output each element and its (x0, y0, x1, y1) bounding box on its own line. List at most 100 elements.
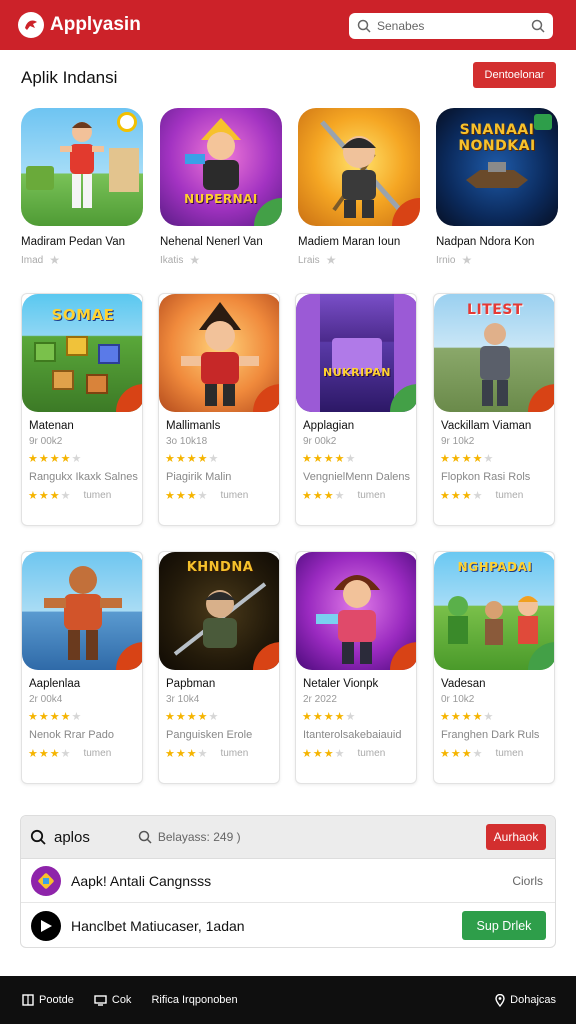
app-card[interactable]: Mallimanls 3o 10k18 ★★★★★ Piagirik Malin… (158, 293, 280, 526)
play-store-icon (31, 910, 61, 941)
list-item[interactable]: Hanclbet Matiucaser, 1adan Sup Drlek (21, 903, 555, 947)
app-badge (116, 384, 142, 412)
star-rating-small: ★★★★ (440, 748, 484, 760)
star-icon: ★ (325, 253, 337, 267)
nav-item-label: Rifica Irqponoben (151, 994, 238, 1006)
app-thumbnail: SNANAAI NONDKAI (436, 108, 558, 226)
character-icon (44, 566, 122, 660)
app-sub: Irnio (436, 254, 456, 266)
app-year: 9r 00k2 (29, 436, 63, 447)
character-icon (320, 120, 402, 218)
featured-app[interactable]: SNANAAI NONDKAI Nadpan Ndora Kon Irnio ★ (436, 108, 558, 267)
panel-action-button[interactable]: Aurhaok (486, 824, 546, 850)
nav-item-label: Pootde (39, 994, 74, 1006)
app-desc: VengnielMenn Dalens (303, 471, 411, 483)
app-label: tumen (495, 748, 524, 759)
app-thumbnail: LITEST (434, 294, 554, 412)
list-item-meta: Ciorls (512, 873, 543, 888)
app-thumbnail (298, 108, 420, 226)
app-year: 2r 2022 (303, 694, 337, 705)
brand[interactable]: Applyasin (18, 12, 141, 38)
character-icon (480, 323, 510, 406)
star-rating-small: ★★★★ (165, 490, 209, 502)
app-name: Madiem Maran Ioun (298, 236, 401, 248)
section-cta-button[interactable]: Dentoelonar (473, 62, 556, 88)
nav-item-link[interactable]: Rifica Irqponoben (151, 994, 237, 1006)
panel-search-text: Belayass: 249 ) (157, 830, 241, 844)
app-year: 0r 10k2 (441, 694, 475, 705)
star-rating-small: ★★★★ (28, 490, 72, 502)
app-label: tumen (495, 490, 524, 501)
featured-app[interactable]: Madiem Maran Ioun Lrais ★ (298, 108, 420, 267)
app-name: Madiram Pedan Van (21, 236, 125, 248)
app-sub: Lrais (298, 254, 320, 266)
app-label: tumen (220, 748, 249, 759)
app-year: 9r 00k2 (303, 436, 337, 447)
nav-item-home[interactable]: Pootde (22, 994, 74, 1006)
app-desc: Franghen Dark Ruls (441, 729, 540, 741)
star-rating: ★★★★★ (440, 711, 495, 723)
featured-app[interactable]: Madiram Pedan Van Imad ★ (21, 108, 143, 267)
star-rating: ★★★★★ (165, 453, 220, 465)
app-thumbnail (296, 552, 416, 670)
app-card[interactable]: NGHPADAI Vadesan 0r 10k2 ★★★★★ Franghen … (433, 551, 555, 784)
star-rating: ★★★★★ (165, 711, 220, 723)
app-year: 3o 10k18 (166, 436, 208, 447)
featured-app[interactable]: NUPERNAI Nehenal Nenerl Van Ikatis ★ (160, 108, 282, 267)
app-thumbnail: NGHPADAI (434, 552, 554, 670)
app-thumbnail: SOMAE (22, 294, 142, 412)
character-icon (60, 122, 104, 208)
app-desc: Rangukx Ikaxk Salnes (29, 471, 138, 483)
vehicle-icon (466, 162, 528, 188)
characters-icon (448, 596, 538, 645)
search-submit-icon[interactable] (531, 19, 545, 33)
app-thumbnail: KHNDNA (159, 552, 279, 670)
app-thumbnail: NUPERNAI (160, 108, 282, 226)
app-name: Matenan (29, 420, 74, 432)
screen-icon (94, 994, 107, 1006)
app-card[interactable]: NUKRIPAN Applagian 9r 00k2 ★★★★★ Vengnie… (295, 293, 417, 526)
nav-item-label: Cok (111, 994, 132, 1006)
app-sub: Ikatis (160, 254, 184, 266)
app-card[interactable]: LITEST Vackillam Viaman 9r 10k2 ★★★★★ Fl… (433, 293, 555, 526)
star-rating-small: ★★★★ (302, 490, 346, 502)
character-icon (316, 575, 380, 664)
app-name: Nehenal Nenerl Van (160, 236, 263, 248)
list-item[interactable]: Aapk! Antali Cangnsss Ciorls (21, 859, 555, 903)
app-art-title: KHNDNA (186, 560, 254, 575)
search-icon (30, 829, 46, 845)
app-desc: Piagirik Malin (166, 471, 232, 483)
brand-logo-icon (18, 12, 44, 38)
list-item-title: Hanclbet Matiucaser, 1adan (71, 917, 245, 934)
star-icon: ★ (461, 253, 473, 267)
nav-item-location[interactable]: Dohajcas (495, 993, 556, 1007)
app-label: tumen (357, 748, 386, 759)
character-icon (185, 118, 241, 190)
app-art-title: NGHPADAI (457, 560, 533, 574)
app-name: Aaplenlaa (29, 678, 81, 690)
app-card[interactable]: Aaplenlaa 2r 00k4 ★★★★★ Nenok Rrar Pado … (21, 551, 143, 784)
app-card[interactable]: SOMAE Matenan 9r 00k2 ★★★★★ Rangukx Ikax… (21, 293, 143, 526)
app-desc: Itanterolsakebaiauid (303, 729, 402, 741)
app-year: 2r 00k4 (29, 694, 63, 705)
app-card[interactable]: Netaler Vionpk 2r 2022 ★★★★★ Itanterolsa… (295, 551, 417, 784)
app-name: Applagian (303, 420, 355, 432)
nav-item-ok[interactable]: Cok (94, 994, 132, 1006)
app-name: Vackillam Viaman (441, 420, 532, 432)
list-item-button[interactable]: Sup Drlek (462, 911, 546, 940)
search-input[interactable]: Senabes (349, 13, 553, 39)
app-art-title: NUKRIPAN (323, 366, 391, 379)
app-name: Papbman (166, 678, 216, 690)
star-rating-small: ★★★★ (165, 748, 209, 760)
app-name: Netaler Vionpk (303, 678, 379, 690)
app-name: Mallimanls (166, 420, 221, 432)
search-placeholder: Senabes (377, 19, 425, 33)
app-badge (528, 384, 554, 412)
app-label: tumen (357, 490, 386, 501)
panel-label: aplos (54, 828, 90, 846)
panel-search[interactable]: Belayass: 249 ) (138, 830, 241, 844)
star-rating-small: ★★★★ (302, 748, 346, 760)
nav-item-label: Dohajcas (510, 994, 556, 1006)
app-year: 3r 10k4 (166, 694, 200, 705)
app-card[interactable]: KHNDNA Papbman 3r 10k4 ★★★★★ Panguisken … (158, 551, 280, 784)
